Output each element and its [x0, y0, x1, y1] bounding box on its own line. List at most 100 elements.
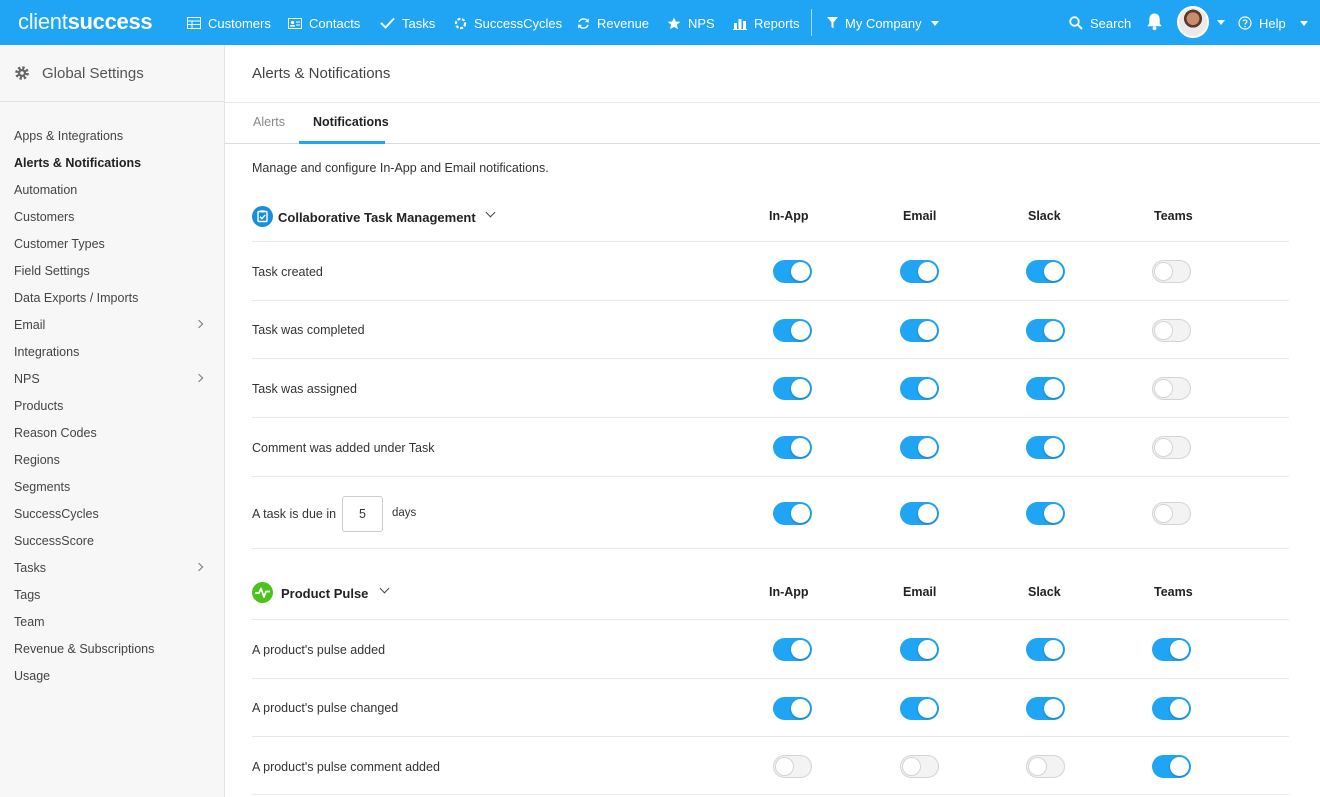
- nav-contacts[interactable]: Contacts: [288, 14, 360, 32]
- column-header-slack: Slack: [1028, 585, 1061, 599]
- column-header-teams: Teams: [1154, 585, 1193, 599]
- sidebar-item-team[interactable]: Team: [0, 609, 224, 636]
- toggle-slack[interactable]: [1026, 260, 1065, 283]
- search-button[interactable]: Search: [1069, 14, 1131, 32]
- sidebar-item-customers[interactable]: Customers: [0, 204, 224, 231]
- toggle-in-app[interactable]: [773, 755, 812, 778]
- sidebar-item-nps[interactable]: NPS: [0, 366, 224, 393]
- toggle-in-app[interactable]: [773, 377, 812, 400]
- toggle-teams[interactable]: [1152, 638, 1191, 661]
- chevron-down-icon[interactable]: [485, 207, 496, 218]
- help-label: Help: [1259, 15, 1286, 31]
- toggle-teams[interactable]: [1152, 502, 1191, 525]
- sidebar-item-label: Field Settings: [14, 264, 90, 278]
- sidebar-item-revenue-subscriptions[interactable]: Revenue & Subscriptions: [0, 636, 224, 663]
- sidebar-item-products[interactable]: Products: [0, 393, 224, 420]
- tab-notifications[interactable]: Notifications: [313, 115, 389, 129]
- nav-successcycles[interactable]: SuccessCycles: [454, 14, 562, 32]
- notification-row: A product's pulse added: [252, 619, 1289, 678]
- section-title: Collaborative Task Management: [278, 210, 476, 225]
- toggle-teams[interactable]: [1152, 755, 1191, 778]
- toggle-knob: [1154, 438, 1173, 457]
- due-days-input[interactable]: 5: [342, 495, 383, 532]
- tab-alerts[interactable]: Alerts: [253, 115, 285, 129]
- sidebar-item-reason-codes[interactable]: Reason Codes: [0, 420, 224, 447]
- search-icon: [1069, 16, 1083, 30]
- toggle-in-app[interactable]: [773, 318, 812, 342]
- toggle-email[interactable]: [900, 260, 939, 283]
- toggle-slack[interactable]: [1026, 502, 1065, 525]
- toggle-slack[interactable]: [1026, 436, 1065, 459]
- toggle-knob: [791, 320, 810, 340]
- toggle-in-app[interactable]: [773, 638, 812, 661]
- toggle-email[interactable]: [900, 638, 939, 661]
- toggle-slack[interactable]: [1026, 377, 1065, 400]
- nav-tasks[interactable]: Tasks: [380, 14, 435, 32]
- toggle-email[interactable]: [900, 318, 939, 342]
- help-dropdown[interactable]: Help: [1238, 14, 1308, 32]
- sidebar-item-customer-types[interactable]: Customer Types: [0, 231, 224, 258]
- search-label: Search: [1090, 15, 1132, 31]
- cycle-gear-icon: [454, 17, 467, 29]
- toggle-knob: [791, 504, 810, 523]
- notifications-bell-button[interactable]: [1146, 12, 1163, 30]
- nav-reports[interactable]: Reports: [733, 14, 800, 32]
- toggle-email[interactable]: [900, 696, 939, 720]
- sidebar-item-regions[interactable]: Regions: [0, 447, 224, 474]
- sidebar-item-tags[interactable]: Tags: [0, 582, 224, 609]
- toggle-teams[interactable]: [1152, 436, 1191, 459]
- nav-divider: [811, 9, 812, 36]
- nav-revenue[interactable]: Revenue: [577, 14, 649, 32]
- user-avatar[interactable]: [1177, 6, 1209, 38]
- chevron-down-icon[interactable]: [379, 583, 390, 594]
- sidebar-item-segments[interactable]: Segments: [0, 474, 224, 501]
- section-header: Collaborative Task Management In-App Email…: [252, 197, 1289, 237]
- row-label: A product's pulse comment added: [252, 759, 440, 774]
- sidebar-item-apps-integrations[interactable]: Apps & Integrations: [0, 123, 224, 150]
- toggle-knob: [791, 438, 810, 457]
- notification-row: Task was completed: [252, 300, 1289, 358]
- sidebar-item-successcycles[interactable]: SuccessCycles: [0, 501, 224, 528]
- toggle-knob: [1154, 262, 1173, 281]
- toggle-in-app[interactable]: [773, 436, 812, 459]
- company-filter-label: My Company: [845, 15, 922, 31]
- sidebar-item-automation[interactable]: Automation: [0, 177, 224, 204]
- sidebar-item-email[interactable]: Email: [0, 312, 224, 339]
- column-header-in-app: In-App: [769, 209, 809, 223]
- toggle-slack[interactable]: [1026, 638, 1065, 661]
- toggle-teams[interactable]: [1152, 318, 1191, 342]
- toggle-slack[interactable]: [1026, 696, 1065, 720]
- toggle-teams[interactable]: [1152, 260, 1191, 283]
- toggle-teams[interactable]: [1152, 377, 1191, 400]
- toggle-email[interactable]: [900, 377, 939, 400]
- sidebar-item-field-settings[interactable]: Field Settings: [0, 258, 224, 285]
- toggle-slack[interactable]: [1026, 755, 1065, 778]
- toggle-in-app[interactable]: [773, 260, 812, 283]
- sidebar-item-tasks[interactable]: Tasks: [0, 555, 224, 582]
- active-tab-indicator: [299, 141, 385, 144]
- sidebar-item-usage[interactable]: Usage: [0, 663, 224, 690]
- sidebar-item-successscore[interactable]: SuccessScore: [0, 528, 224, 555]
- toggle-in-app[interactable]: [773, 502, 812, 525]
- toggle-email[interactable]: [900, 502, 939, 525]
- nav-nps[interactable]: NPS: [667, 14, 715, 32]
- sidebar-item-data-exports-imports[interactable]: Data Exports / Imports: [0, 285, 224, 312]
- toggle-teams[interactable]: [1152, 696, 1191, 720]
- sidebar-item-label: Segments: [14, 480, 71, 494]
- nav-customers[interactable]: Customers: [187, 14, 271, 32]
- sidebar-item-label: Integrations: [14, 345, 80, 359]
- avatar-chevron-down-icon[interactable]: [1217, 20, 1225, 25]
- toggle-email[interactable]: [900, 436, 939, 459]
- toggle-slack[interactable]: [1026, 318, 1065, 342]
- notification-row: Comment was added under Task: [252, 417, 1289, 476]
- toggle-knob: [1170, 757, 1189, 776]
- sidebar-item-alerts-notifications[interactable]: Alerts & Notifications: [0, 150, 224, 177]
- toggle-in-app[interactable]: [773, 696, 812, 720]
- clientsuccess-logo[interactable]: clientsuccess: [18, 9, 153, 35]
- row-label: Task was completed: [252, 323, 365, 337]
- toggle-email[interactable]: [900, 755, 939, 778]
- toggle-knob: [918, 640, 937, 659]
- sidebar-item-integrations[interactable]: Integrations: [0, 339, 224, 366]
- nav-contacts-label: Contacts: [309, 15, 361, 31]
- company-filter-dropdown[interactable]: My Company: [827, 14, 939, 32]
